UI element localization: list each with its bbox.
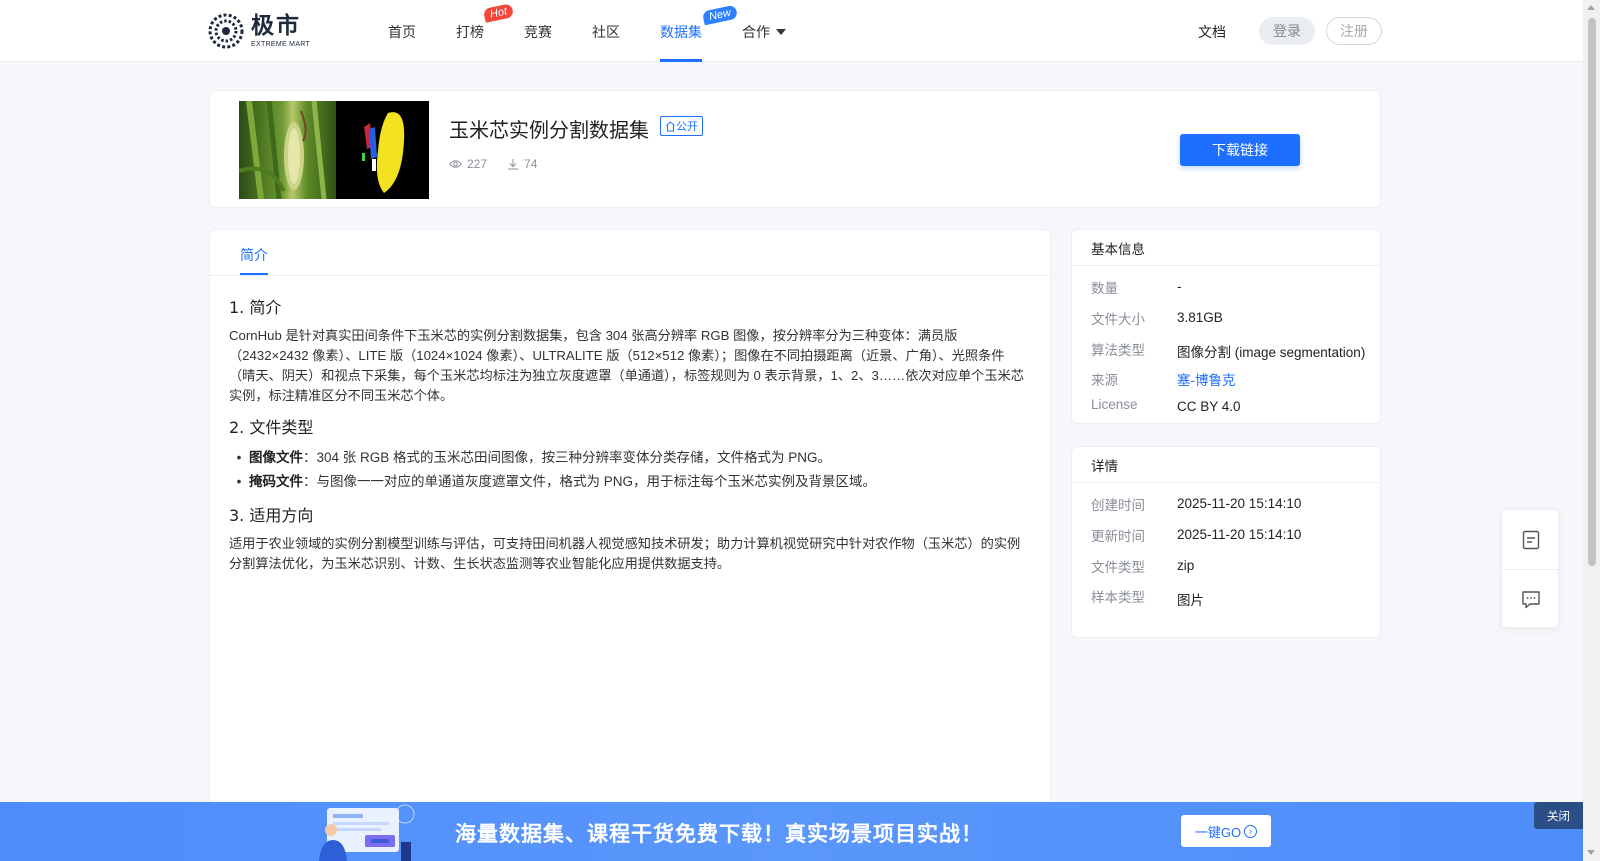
- detail-value-filetype: zip: [1177, 558, 1195, 573]
- tab-active-indicator: [240, 273, 268, 275]
- detail-key-updated: 更新时间: [1091, 529, 1145, 544]
- scroll-down-icon[interactable]: [1587, 850, 1595, 855]
- list-item-term: 图像文件: [249, 450, 303, 465]
- document-icon[interactable]: [1502, 510, 1560, 569]
- nav-datasets[interactable]: 数据集: [660, 22, 702, 42]
- detail-key-sampletype: 样本类型: [1091, 590, 1145, 605]
- nav-home[interactable]: 首页: [388, 22, 416, 42]
- list-item-desc: ：与图像一一对应的单通道灰度遮罩文件，格式为 PNG，用于标注每个玉米芯实例及背…: [303, 474, 877, 489]
- section-usage-text: 适用于农业领域的实例分割模型训练与评估，可支持田间机器人视觉感知技术研发；助力计…: [229, 536, 1021, 571]
- details-card: 详情 创建时间 2025-11-20 15:14:10 更新时间 2025-11…: [1071, 446, 1381, 638]
- info-key-filesize: 文件大小: [1091, 312, 1145, 327]
- banner-close-button[interactable]: 关闭: [1534, 802, 1583, 829]
- scroll-up-icon[interactable]: [1587, 5, 1595, 10]
- caret-down-icon: [776, 29, 786, 35]
- login-button[interactable]: 登录: [1259, 17, 1315, 45]
- banner-illustration: [313, 802, 423, 861]
- arrow-right-circle-icon: ›: [1244, 824, 1258, 838]
- list-item-term: 掩码文件: [249, 474, 303, 489]
- dataset-stats: 227 74: [449, 157, 557, 171]
- source-link[interactable]: 塞-博鲁克: [1177, 369, 1236, 389]
- details-title: 详情: [1072, 447, 1380, 483]
- detail-value-updated: 2025-11-20 15:14:10: [1177, 527, 1302, 542]
- scroll-thumb[interactable]: [1588, 18, 1596, 566]
- eye-icon: [449, 160, 462, 168]
- downloads-count: 74: [524, 157, 538, 171]
- floating-toolbar: [1501, 509, 1560, 629]
- logo-text-en: EXTREME MART: [251, 40, 311, 48]
- section-filetype-heading: 2. 文件类型: [229, 418, 314, 437]
- tab-bar: 简介: [210, 230, 1050, 276]
- page-scrollbar[interactable]: [1583, 0, 1600, 861]
- nav-leaderboard[interactable]: 打榜: [456, 22, 484, 42]
- nav-community[interactable]: 社区: [592, 22, 620, 42]
- top-nav: 极市 EXTREME MART 首页 打榜 Hot 竞赛 社区 数据集 New …: [0, 0, 1583, 62]
- description-card: 简介 1. 简介 CornHub 是针对真实田间条件下玉米芯的实例分割数据集，包…: [209, 229, 1051, 861]
- info-key-source: 来源: [1091, 373, 1118, 388]
- visibility-label: 公开: [676, 120, 698, 133]
- dataset-header-card: 玉米芯实例分割数据集 公开 227 74 下载链接: [209, 90, 1381, 208]
- info-value-algorithm: 图像分割 (image segmentation): [1177, 345, 1366, 360]
- section-intro-heading: 1. 简介: [229, 298, 282, 317]
- logo-icon: [207, 12, 245, 50]
- nav-active-underline: [660, 59, 702, 62]
- list-item: • 图像文件：304 张 RGB 格式的玉米芯田间图像，按三种分辨率变体分类存储…: [236, 450, 832, 465]
- info-key-count: 数量: [1091, 281, 1118, 296]
- basic-info-title: 基本信息: [1072, 230, 1380, 266]
- list-item-desc: ：304 张 RGB 格式的玉米芯田间图像，按三种分辨率变体分类存储，文件格式为…: [303, 450, 832, 465]
- info-value-filesize: 3.81GB: [1177, 310, 1223, 325]
- banner-go-label: 一键GO: [1194, 824, 1242, 840]
- views-count: 227: [467, 157, 488, 171]
- tab-intro[interactable]: 简介: [240, 245, 268, 265]
- new-badge: New: [701, 4, 739, 26]
- description-content: 1. 简介 CornHub 是针对真实田间条件下玉米芯的实例分割数据集，包含 3…: [229, 294, 1029, 582]
- download-link-button[interactable]: 下载链接: [1180, 134, 1300, 166]
- detail-value-created: 2025-11-20 15:14:10: [1177, 496, 1302, 511]
- list-item: • 掩码文件：与图像一一对应的单通道灰度遮罩文件，格式为 PNG，用于标注每个玉…: [236, 474, 877, 489]
- section-usage-heading: 3. 适用方向: [229, 506, 314, 525]
- detail-value-sampletype: 图片: [1177, 593, 1204, 608]
- dataset-thumbnail: [239, 101, 429, 199]
- detail-key-filetype: 文件类型: [1091, 560, 1145, 575]
- nav-cooperation-label: 合作: [742, 25, 770, 41]
- download-icon: [508, 159, 519, 170]
- nav-cooperation[interactable]: 合作: [742, 22, 786, 42]
- feedback-icon[interactable]: [1502, 570, 1560, 629]
- banner-text: 海量数据集、课程干货免费下载！真实场景项目实战！: [455, 822, 983, 846]
- segmentation-mask: [336, 101, 429, 199]
- views-stat: 227: [449, 157, 487, 171]
- basic-info-card: 基本信息 数量 - 文件大小 3.81GB 算法类型 图像分割 (image s…: [1071, 229, 1381, 424]
- info-key-algorithm: 算法类型: [1091, 343, 1145, 358]
- downloads-stat: 74: [507, 157, 537, 171]
- promo-banner: 海量数据集、课程干货免费下载！真实场景项目实战！ 一键GO ›: [0, 802, 1583, 861]
- dataset-title: 玉米芯实例分割数据集: [449, 118, 649, 142]
- corn-field-photo: [239, 101, 336, 199]
- info-value-license: CC BY 4.0: [1177, 399, 1241, 414]
- section-intro-text: CornHub 是针对真实田间条件下玉米芯的实例分割数据集，包含 304 张高分…: [229, 328, 1024, 403]
- info-key-license: License: [1091, 397, 1138, 412]
- logo[interactable]: 极市 EXTREME MART: [207, 12, 310, 50]
- visibility-badge: 公开: [660, 116, 703, 136]
- public-icon: [666, 120, 675, 131]
- banner-go-button[interactable]: 一键GO ›: [1181, 815, 1271, 847]
- logo-text-cn: 极市: [251, 12, 301, 39]
- filetype-list: • 图像文件：304 张 RGB 格式的玉米芯田间图像，按三种分辨率变体分类存储…: [229, 446, 1029, 494]
- register-button[interactable]: 注册: [1326, 17, 1382, 45]
- detail-key-created: 创建时间: [1091, 498, 1145, 513]
- info-value-count: -: [1177, 279, 1182, 294]
- hot-badge: Hot: [482, 3, 515, 23]
- nav-docs[interactable]: 文档: [1198, 22, 1226, 42]
- nav-competition[interactable]: 竞赛: [524, 22, 552, 42]
